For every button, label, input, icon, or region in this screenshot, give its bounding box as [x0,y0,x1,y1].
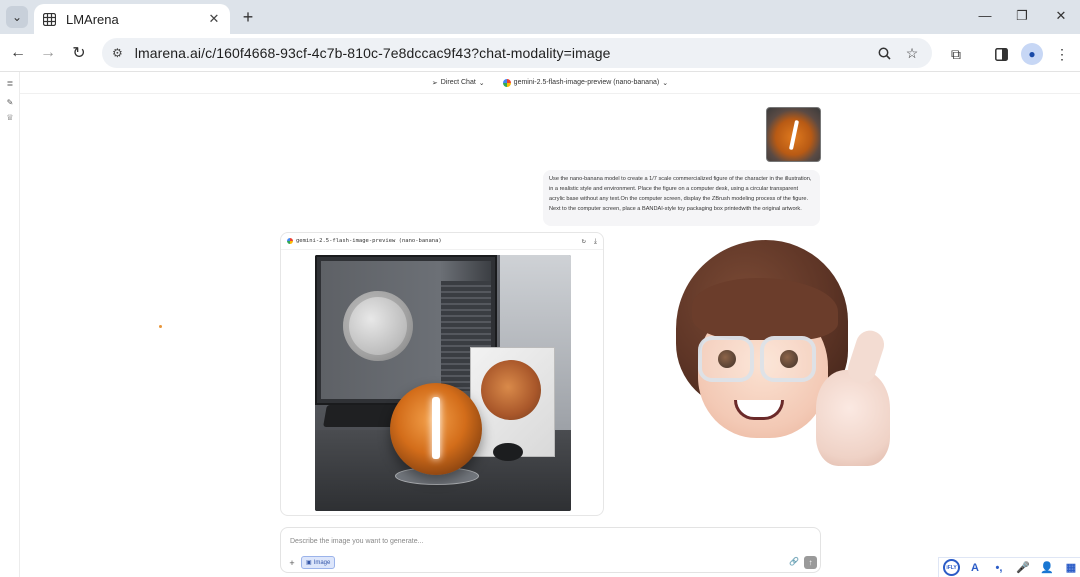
image-mode-button[interactable]: ▣ Image [301,556,336,569]
mode-label: Direct Chat [440,79,476,86]
side-panel-icon[interactable] [990,43,1012,65]
download-icon[interactable]: ⤓ [594,237,597,246]
user-icon[interactable]: 👤 [1038,559,1056,577]
profile-avatar-icon[interactable]: ● [1021,43,1043,65]
add-icon[interactable]: + [287,558,297,568]
packaging-box [470,347,555,457]
restore-button[interactable]: ❐ [1010,6,1034,26]
model-label: gemini-2.5-flash-image-preview (nano-ban… [513,79,660,86]
back-arrow-icon[interactable]: ← [7,42,29,64]
response-model-name: gemini-2.5-flash-image-preview (nano-ban… [296,238,442,244]
memoji-sticker [676,240,894,476]
grid-icon [42,12,56,26]
ifly-logo-icon[interactable]: iFLY [943,559,960,576]
zbrush-model [343,291,413,361]
apps-grid-icon[interactable]: ▦ [1062,559,1080,577]
prompt-text: Use the nano-banana model to create a 1/… [549,176,812,212]
extensions-icon[interactable]: ⧉ [945,43,967,65]
browser-toolbar: ← → ↻ ⚙ lmarena.ai/c/160f4668-93cf-4c7b-… [0,34,1080,72]
model-selector[interactable]: gemini-2.5-flash-image-preview (nano-ban… [502,78,669,87]
regenerate-icon[interactable]: ↻ [582,237,586,246]
ime-text-icon[interactable]: A [966,559,984,577]
google-icon [287,238,293,244]
url-text[interactable]: lmarena.ai/c/160f4668-93cf-4c7b-810c-7e8… [135,45,866,61]
forward-arrow-icon[interactable]: → [37,42,59,64]
reload-icon[interactable]: ↻ [68,42,90,64]
tab-title: LMArena [66,11,119,27]
address-bar[interactable]: ⚙ lmarena.ai/c/160f4668-93cf-4c7b-810c-7… [102,38,932,68]
site-settings-icon[interactable]: ⚙ [112,46,123,60]
tab-strip: ⌄ LMArena ✕ + — ❐ ✕ [0,0,1080,34]
menu-kebab-icon[interactable]: ⋮ [1051,43,1073,65]
browser-tab[interactable]: LMArena ✕ [34,4,230,34]
response-card: gemini-2.5-flash-image-preview (nano-ban… [280,232,604,516]
mouse [493,443,523,461]
send-button[interactable]: ↑ [804,556,817,569]
generated-image[interactable] [315,255,571,511]
tab-search-button[interactable]: ⌄ [6,6,28,28]
attach-icon[interactable]: 🔗 [789,557,799,566]
ime-punct-icon[interactable]: •, [990,559,1008,577]
response-header: gemini-2.5-flash-image-preview (nano-ban… [281,233,603,250]
minimize-button[interactable]: — [973,6,997,26]
microphone-icon[interactable]: 🎤 [1014,559,1032,577]
chevron-down-icon: ⌄ [11,10,23,24]
user-prompt-bubble: Use the nano-banana model to create a 1/… [543,170,820,226]
chat-topbar: ➢ Direct Chat ⌄ gemini-2.5-flash-image-p… [20,72,1080,94]
decorative-dot [159,325,162,328]
arrow-up-icon: ↑ [808,558,813,567]
figure-orb [390,383,482,475]
ime-toolbar: iFLY A •, 🎤 👤 ▦ [938,557,1080,577]
close-window-button[interactable]: ✕ [1049,6,1073,26]
composer-placeholder[interactable]: Describe the image you want to generate.… [290,538,423,545]
page-content: ≣ ✎ ♕ ➢ Direct Chat ⌄ gemini-2.5-flash-i… [0,72,1080,577]
zoom-icon[interactable] [874,43,894,63]
image-icon: ▣ [306,560,312,566]
prompt-composer[interactable]: Describe the image you want to generate.… [280,527,821,573]
bookmark-star-icon[interactable]: ☆ [902,43,922,63]
uploaded-image-thumbnail[interactable] [766,107,821,162]
edit-icon[interactable]: ✎ [5,98,15,108]
glasses [698,336,754,382]
chevron-down-icon: ⌄ [662,79,669,87]
tab-close-icon[interactable]: ✕ [206,11,222,27]
stack-icon[interactable]: ≣ [5,79,15,89]
send-icon: ➢ [431,79,438,87]
google-icon [502,78,511,87]
chevron-down-icon: ⌄ [478,79,485,87]
mode-selector[interactable]: ➢ Direct Chat ⌄ [432,79,485,87]
thumbs-up-icon [816,370,890,466]
new-tab-button[interactable]: + [238,7,258,27]
trophy-icon[interactable]: ♕ [5,113,15,123]
sidebar: ≣ ✎ ♕ [0,72,20,577]
